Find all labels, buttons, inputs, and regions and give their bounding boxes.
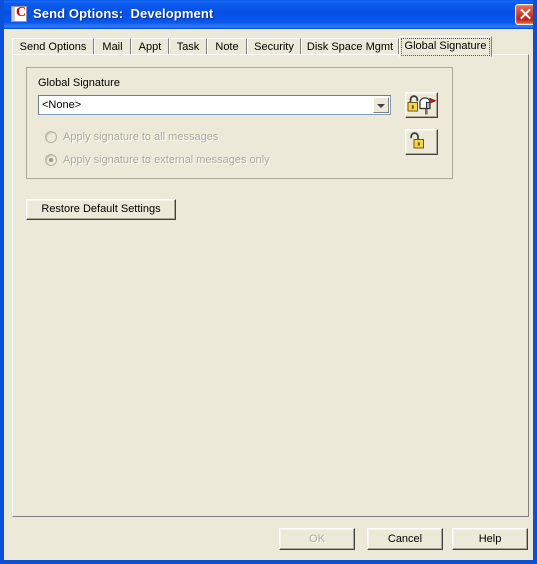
tab-label: Send Options <box>19 41 87 53</box>
send-options-dialog: C Send Options: Development Send Options… <box>0 0 537 564</box>
button-label: Cancel <box>387 533 423 545</box>
tab-global-signature[interactable]: Global Signature <box>399 36 492 57</box>
restore-default-settings-button[interactable]: Restore Default Settings <box>26 199 176 220</box>
tab-label: Global Signature <box>404 40 487 52</box>
chevron-down-icon[interactable] <box>373 97 389 113</box>
signature-combobox-value: <None> <box>42 99 82 111</box>
radio-indicator <box>45 131 57 143</box>
title-bar[interactable]: C Send Options: Development <box>4 0 533 29</box>
group-label: Global Signature <box>38 77 120 89</box>
tab-label: Mail <box>102 41 123 53</box>
close-icon[interactable] <box>515 4 533 25</box>
tab-panel-global-signature: Global Signature <None> Apply signature … <box>12 54 529 517</box>
radio-indicator <box>45 154 57 166</box>
help-button[interactable]: Help <box>452 528 528 550</box>
radio-label: Apply signature to external messages onl… <box>63 154 270 166</box>
unlocked-padlock-mailbox-icon <box>407 95 437 115</box>
signature-combobox[interactable]: <None> <box>38 95 391 115</box>
tab-label: Note <box>215 41 239 53</box>
tab-label: Security <box>254 41 294 53</box>
button-label: Help <box>478 533 502 545</box>
button-label: Restore Default Settings <box>41 203 161 215</box>
global-signature-group: Global Signature <None> Apply signature … <box>26 67 453 179</box>
radio-label: Apply signature to all messages <box>63 131 219 143</box>
lock-signature-mailbox-button[interactable] <box>405 92 438 118</box>
tab-label: Task <box>176 41 200 53</box>
button-label: OK <box>309 533 325 545</box>
lock-signature-button[interactable] <box>405 129 438 155</box>
groupwise-c-icon: C <box>11 6 27 22</box>
tab-label: Appt <box>138 41 162 53</box>
window-title: Send Options: Development <box>33 6 214 21</box>
tab-label: Disk Space Mgmt <box>306 41 394 53</box>
cancel-button[interactable]: Cancel <box>367 528 443 550</box>
unlocked-padlock-icon <box>410 132 424 149</box>
ok-button[interactable]: OK <box>279 528 355 550</box>
